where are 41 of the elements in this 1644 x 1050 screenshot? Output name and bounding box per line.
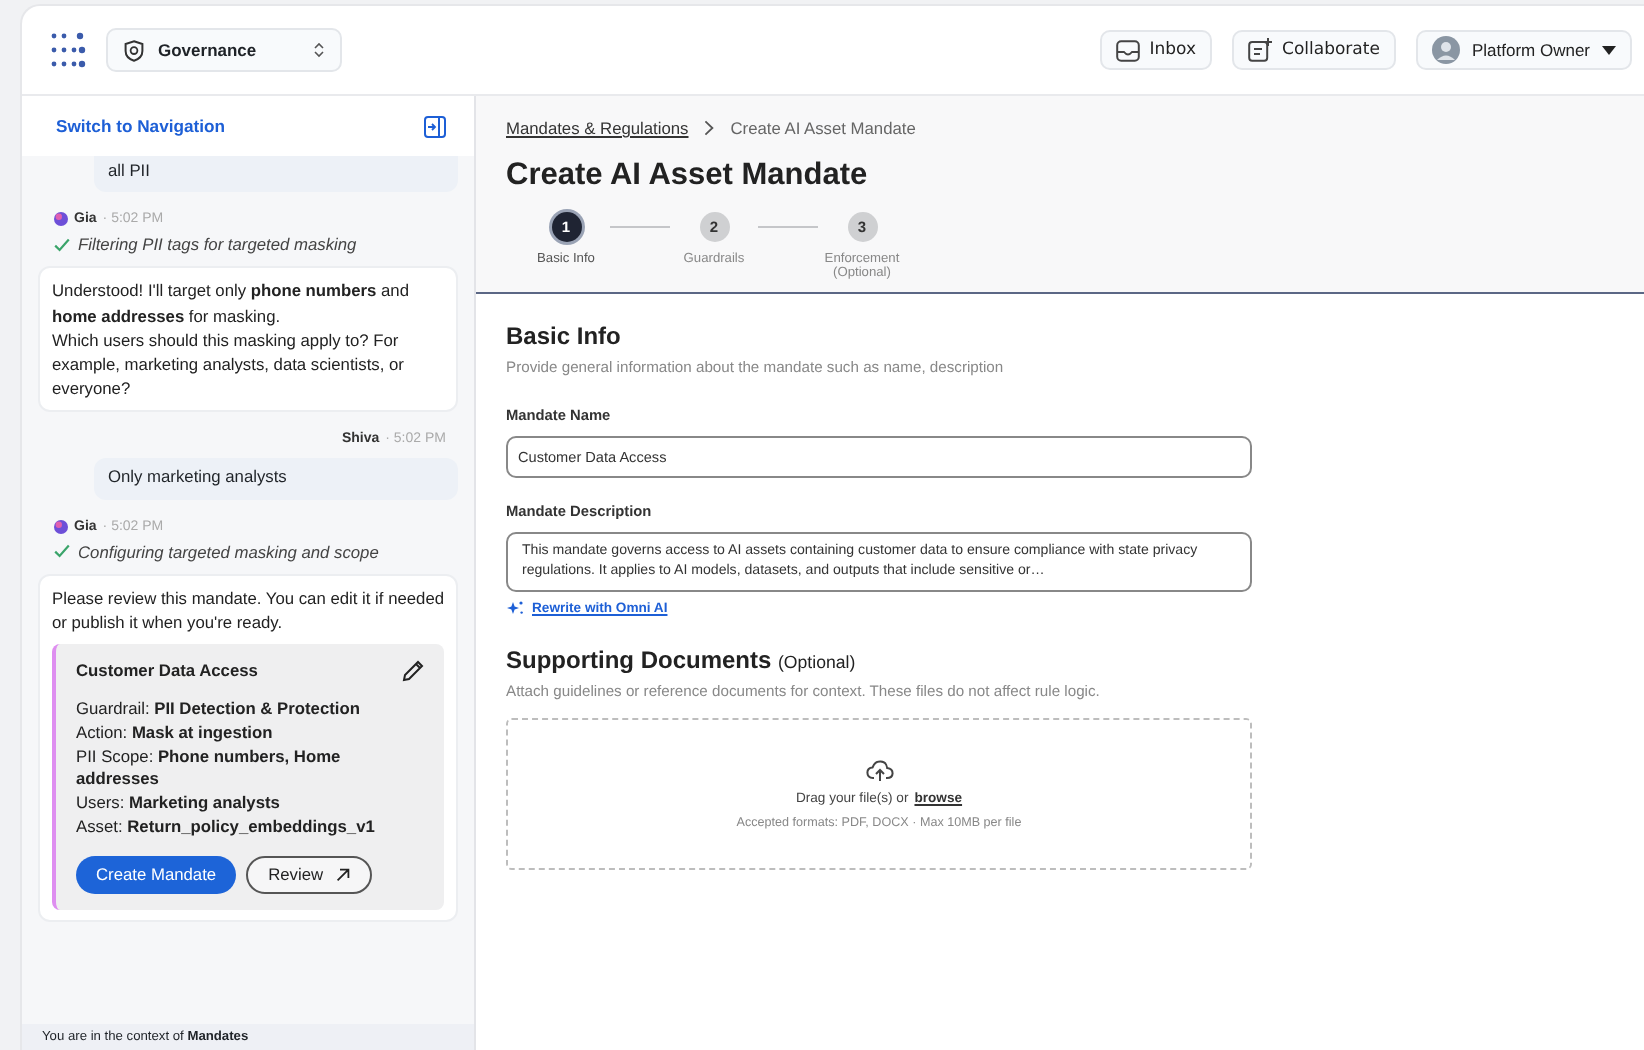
mandate-detail: Action: Mask at ingestion (76, 721, 275, 746)
breadcrumb-current: Create AI Asset Mandate (730, 118, 916, 138)
breadcrumb-link[interactable]: Mandates & Regulations (506, 118, 689, 138)
assistant-message: Please review this mandate. You can edit it if needed or publish it when you're ready. (52, 585, 444, 634)
status-text: Configuring targeted masking and scope (78, 541, 379, 562)
chevron-right-icon (704, 120, 715, 136)
sparkle-icon (506, 600, 524, 617)
review-button[interactable]: Review (246, 855, 372, 894)
check-icon (54, 544, 70, 559)
mandate-detail: PII Scope: Phone numbers, Home addresses (76, 745, 343, 793)
inbox-icon (1115, 39, 1140, 61)
upload-cloud-icon (865, 759, 893, 782)
inbox-button[interactable]: Inbox (1099, 30, 1213, 70)
switch-to-navigation-link[interactable]: Switch to Navigation (56, 116, 226, 136)
section-title: Supporting Documents (Optional) (506, 646, 858, 675)
assistant-avatar-icon (54, 212, 68, 227)
app-grid-icon[interactable] (50, 32, 86, 68)
sort-caret-icon (314, 42, 324, 58)
mandate-detail: Users: Marketing analysts (76, 792, 282, 817)
pencil-icon[interactable] (402, 659, 424, 682)
avatar-icon (1431, 36, 1460, 64)
arrow-up-right-icon (335, 867, 350, 882)
assistant-message: Understood! I'll target only phone numbers and home addresses for masking. Which users should this masking apply to? For example, marketing analysts, data scientists, or everyone? (38, 266, 458, 413)
user-message: all PII (94, 156, 458, 193)
collaborate-button[interactable]: Collaborate (1232, 30, 1396, 70)
caret-icon (1602, 45, 1616, 55)
sidebar-toggle-icon[interactable] (424, 115, 446, 137)
user-menu-button[interactable]: Platform Owner (1415, 30, 1632, 70)
page-title: Create AI Asset Mandate (506, 158, 870, 194)
section-title: Basic Info (506, 322, 623, 350)
assistant-avatar-icon (54, 519, 68, 534)
check-icon (54, 237, 70, 252)
card-title: Customer Data Access (76, 658, 258, 683)
create-mandate-button[interactable]: Create Mandate (76, 855, 237, 894)
workspace-dropdown[interactable]: Governance (106, 28, 342, 72)
user-message: Only marketing analysts (94, 458, 458, 500)
mandate-detail: Guardrail: PII Detection & Protection (76, 698, 362, 722)
mandate-detail: Asset: Return_policy_embeddings_v1 (76, 816, 377, 840)
note-plus-icon (1248, 38, 1273, 62)
shield-icon (124, 39, 144, 61)
status-text: Filtering PII tags for targeted masking (78, 234, 357, 255)
